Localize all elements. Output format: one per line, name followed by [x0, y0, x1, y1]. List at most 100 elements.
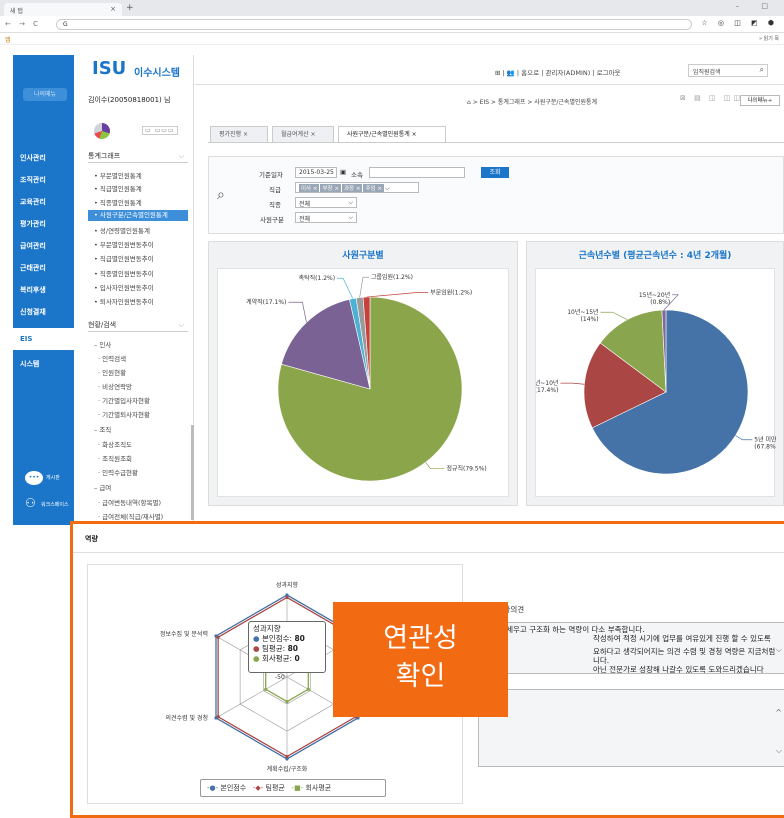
nav-item-welfare[interactable]: 복리후생: [13, 279, 74, 301]
nav-item-hr[interactable]: 인사관리: [13, 147, 74, 169]
panel-view-buttons[interactable]: ▭ ▭▭▭: [142, 126, 178, 135]
address-input[interactable]: G: [56, 19, 692, 30]
chart-area: 정규직(79.5%) 계약직(17.1%) 촉탁직(1.2%) 그룹임원(1.2%) 부…: [217, 268, 509, 497]
menu-group[interactable]: – 급여: [94, 482, 111, 492]
nav-item-system[interactable]: 시스템: [13, 353, 74, 375]
chevron-down-icon[interactable]: ⌵: [179, 149, 184, 163]
menu-item[interactable]: · 비상연락망: [98, 381, 132, 391]
chevron-down-icon[interactable]: ⌵: [385, 185, 390, 192]
menu-item[interactable]: • 부문별인원통계: [94, 170, 142, 180]
menu-item[interactable]: • 직종별인원통계: [94, 197, 142, 207]
tab-employee-stats[interactable]: 사원구분/근속별인원통계 ×: [338, 126, 446, 142]
logo[interactable]: ISU: [92, 58, 126, 79]
menu-item[interactable]: · 기간별퇴사자현황: [98, 409, 150, 419]
section-stats-header[interactable]: 통계그래프 ⌵: [88, 149, 188, 163]
menu-item[interactable]: · 인력검색: [98, 353, 126, 363]
tab-evaluation[interactable]: 평가진행 ×: [210, 126, 268, 142]
extension-icons[interactable]: ☆ ◎ ◫ ◩ ⬢: [701, 19, 778, 27]
grade-chip[interactable]: 과장 ×: [341, 184, 363, 192]
menu-item[interactable]: · 급여전체(직급/재사별): [98, 511, 163, 521]
query-button[interactable]: 조회: [481, 167, 509, 178]
radar-point: [264, 687, 268, 691]
menu-item[interactable]: • 직급별인원통계: [94, 183, 142, 193]
chart-title: 근속년수별 (평균근속년수 : 4년 2개월): [578, 251, 732, 261]
menu-item[interactable]: · 인력수급현황: [98, 467, 138, 477]
nav-item-evaluation[interactable]: 평가관리: [13, 213, 74, 235]
search-icon[interactable]: ⌕: [760, 65, 764, 75]
main-content: ⊞ | 👥 | 홈으로 | 관리자(ADMIN) | 로그아웃 임직원검색 ⌕ …: [195, 55, 784, 525]
popup-title: 역량: [85, 535, 98, 543]
jobtype-select[interactable]: 전체 ⌵: [295, 197, 357, 208]
second-opinion-box[interactable]: ^ ⌵: [478, 689, 784, 767]
my-menu-button[interactable]: 나의메뉴: [23, 88, 67, 101]
org-chart-icon[interactable]: ⚇: [25, 496, 36, 510]
legend-marker-icon: -●-: [207, 784, 219, 792]
menu-group[interactable]: – 인사: [94, 339, 111, 349]
chevron-down-icon[interactable]: ⌵: [776, 645, 782, 654]
nav-item-education[interactable]: 교육관리: [13, 191, 74, 213]
legend-item[interactable]: 회사평균: [305, 784, 331, 792]
pie-label: 부문임원(1.2%): [430, 288, 472, 296]
evaluator-opinion-text[interactable]: 계획을 세우고 구조화 하는 역량이 다소 부족합니다. 작성하여 적정 시기에…: [478, 622, 784, 674]
legend-item[interactable]: 본인점수: [220, 784, 246, 792]
window-controls[interactable]: – □: [736, 2, 778, 10]
chevron-down-icon[interactable]: ⌵: [348, 199, 353, 207]
top-links[interactable]: ⊞ | 👥 | 홈으로 | 관리자(ADMIN) | 로그아웃: [495, 67, 621, 77]
menu-item[interactable]: • 퇴사자인원변동추이: [94, 296, 154, 306]
apps-shortcut[interactable]: 앱: [5, 35, 11, 44]
base-date-input[interactable]: 2015-03-25: [295, 167, 337, 178]
radar-axis-label: 계획수립/구조화: [267, 765, 308, 773]
menu-group[interactable]: – 조직: [94, 424, 111, 434]
nav-item-attendance[interactable]: 근태관리: [13, 257, 74, 279]
other-bookmarks[interactable]: » 읽기 목: [759, 35, 779, 42]
emptype-label: 사원구분: [260, 216, 284, 224]
nav-item-eis[interactable]: EIS: [13, 328, 74, 350]
nav-item-payroll[interactable]: 급여관리: [13, 235, 74, 257]
pie-label: 촉탁직(1.2%): [299, 274, 336, 282]
menu-item[interactable]: • 부문별인원변동추이: [94, 239, 154, 249]
tab-close-icon[interactable]: ×: [110, 5, 116, 13]
tab-payroll[interactable]: 월급여계산 ×: [272, 126, 334, 142]
grade-chip[interactable]: 부장 ×: [320, 184, 341, 192]
emptype-select[interactable]: 전체 ⌵: [295, 212, 357, 223]
scroll-up-icon[interactable]: ^: [775, 708, 782, 717]
nav-item-approval[interactable]: 신청결재: [13, 301, 74, 323]
browser-tab[interactable]: 새 탭 ×: [4, 3, 122, 16]
menu-item[interactable]: • 직급별인원변동추이: [94, 253, 154, 263]
menu-item[interactable]: · 인원현황: [98, 367, 126, 377]
nav-item-org[interactable]: 조직관리: [13, 169, 74, 191]
divider: [73, 552, 784, 553]
legend-item[interactable]: 팀평균: [266, 784, 285, 792]
grade-chip[interactable]: 주임 ×: [363, 184, 384, 192]
section-stats-title: 통계그래프: [88, 152, 121, 160]
menu-item[interactable]: · 화상조직도: [98, 439, 132, 449]
chevron-down-icon[interactable]: ⌵: [348, 214, 353, 222]
legend-marker-icon: -■-: [291, 784, 304, 792]
menu-item[interactable]: · 기간별입사자현황: [98, 395, 150, 405]
panel-scrollbar[interactable]: [191, 425, 194, 520]
opinion-line: 계획을 세우고 구조화 하는 역량이 다소 부족합니다.: [483, 625, 645, 634]
nav-buttons[interactable]: ← → C: [5, 20, 41, 28]
menu-item[interactable]: · 급여변동내역(항목별): [98, 497, 161, 507]
new-tab-button[interactable]: +: [126, 3, 134, 13]
section-search-header[interactable]: 현황/검색 ⌵: [88, 318, 188, 332]
tooltip-row: ● 팀평균: 80: [253, 644, 298, 653]
my-menu-plus-button[interactable]: 나의메뉴+: [740, 95, 780, 106]
chat-icon[interactable]: •••: [25, 471, 43, 485]
grade-multiselect[interactable]: 이사 × 부장 × 과장 × 주임 × ⌵: [295, 182, 419, 193]
menu-item-selected[interactable]: • 사원구분/근속별인원통계: [88, 210, 188, 221]
menu-item[interactable]: • 직종별인원변동추이: [94, 268, 154, 278]
notice-label[interactable]: 게시판: [46, 474, 60, 481]
menu-item[interactable]: · 조직원조회: [98, 453, 132, 463]
pie-label: (14%): [581, 316, 599, 323]
grade-chip[interactable]: 이사 ×: [299, 184, 320, 192]
scroll-down-icon[interactable]: ⌵: [776, 746, 782, 756]
chevron-down-icon[interactable]: ⌵: [179, 318, 184, 332]
employee-search-input[interactable]: 임직원검색 ⌕: [688, 64, 768, 77]
calendar-icon[interactable]: ▣: [340, 168, 346, 176]
menu-item[interactable]: • 성/연령별인원통계: [94, 225, 150, 235]
dept-input[interactable]: [369, 167, 465, 178]
left-nav: 나의메뉴 인사관리 조직관리 교육관리 평가관리 급여관리 근태관리 복리후생 …: [13, 55, 74, 525]
workspace-label[interactable]: 워크스페이스: [41, 501, 69, 508]
menu-item[interactable]: • 입사자인원변동추이: [94, 282, 154, 292]
